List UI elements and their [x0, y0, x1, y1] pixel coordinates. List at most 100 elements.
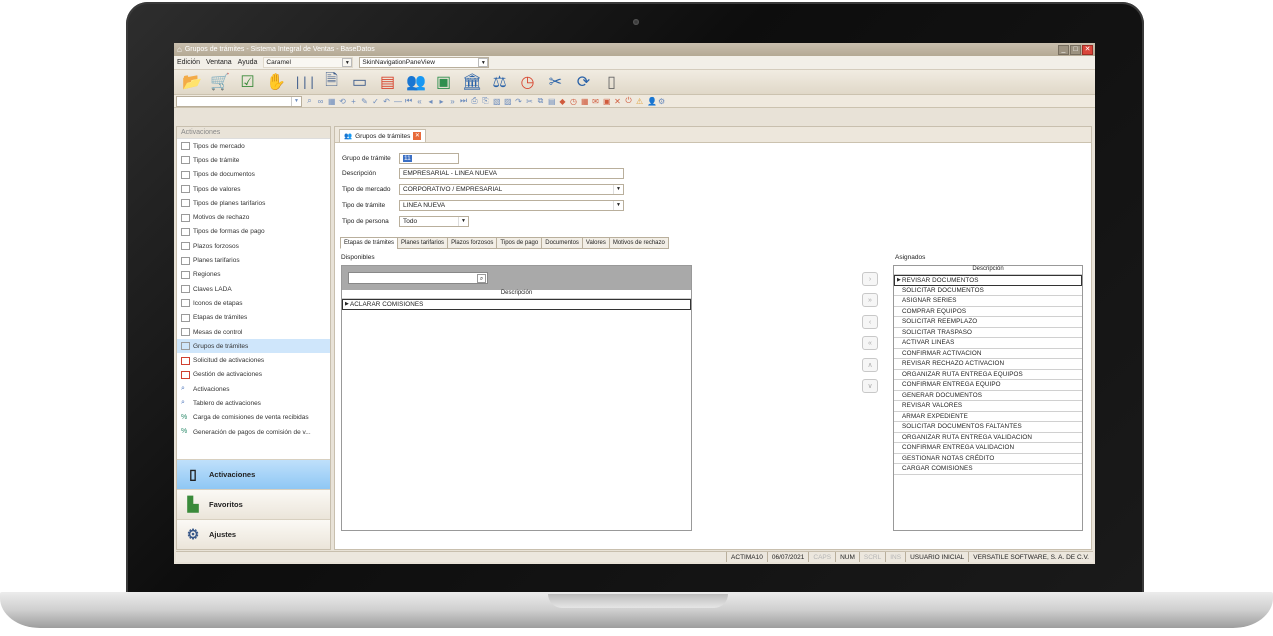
disponibles-search-input[interactable]: ⌕ — [348, 272, 488, 284]
grid-icon[interactable]: ▦ — [328, 97, 336, 106]
report-icon[interactable]: ▤ — [378, 72, 397, 92]
search-icon[interactable]: ⌕ — [477, 274, 486, 283]
sidebar-item[interactable]: Mesas de control — [177, 325, 330, 339]
copy-icon[interactable]: ⧉ — [537, 96, 544, 106]
search-icon[interactable]: ⌕ — [306, 96, 313, 106]
menu-edicion[interactable]: Edición — [177, 59, 200, 66]
hand-icon[interactable]: ✋ — [266, 72, 286, 92]
binoculars-icon[interactable]: ∞ — [317, 97, 324, 106]
tab-grupos-de-tramites[interactable]: 👥 Grupos de trámites ✕ — [339, 129, 427, 142]
filter-icon[interactable]: ▨ — [504, 97, 512, 106]
tab-motivos[interactable]: Motivos de rechazo — [608, 237, 669, 249]
grupo-field[interactable]: 11 — [399, 153, 459, 164]
calendar-icon[interactable]: ▦ — [581, 97, 589, 106]
tab-tipos-pago[interactable]: Tipos de pago — [496, 237, 543, 249]
paste-icon[interactable]: ▤ — [548, 97, 556, 106]
menu-ventana[interactable]: Ventana — [206, 59, 232, 66]
table-row[interactable]: SOLICITAR TRASPASO — [894, 328, 1082, 338]
sidebar-item[interactable]: ⌕ Activaciones — [177, 382, 330, 396]
skin-select[interactable]: Caramel ▼ — [263, 57, 354, 68]
maximize-button[interactable]: □ — [1070, 44, 1081, 55]
move-up-button[interactable]: ∧ — [862, 358, 878, 372]
id-card-icon[interactable]: ▭ — [350, 72, 369, 92]
undo-icon[interactable]: ↶ — [383, 97, 390, 106]
table-row[interactable]: CONFIRMAR ACTIVACION — [894, 349, 1082, 359]
remove-icon[interactable]: — — [394, 97, 402, 106]
sidebar-item[interactable]: Tipos de valores — [177, 182, 330, 196]
barcode-icon[interactable]: ||| — [294, 75, 316, 89]
clock-icon[interactable]: ◷ — [518, 72, 537, 92]
sidebar-item[interactable]: Gestión de activaciones — [177, 368, 330, 382]
table-row[interactable]: CARGAR COMISIONES — [894, 464, 1082, 475]
money-icon[interactable]: ▣ — [434, 72, 453, 92]
descripcion-field[interactable]: EMPRESARIAL - LINEA NUEVA — [399, 168, 624, 179]
mail-icon[interactable]: ✉ — [592, 97, 599, 106]
table-row[interactable]: SOLICITAR DOCUMENTOS — [894, 286, 1082, 296]
table-row[interactable]: COMPRAR EQUIPOS — [894, 307, 1082, 317]
checklist-icon[interactable]: ☑ — [238, 72, 257, 92]
edit-icon[interactable]: ✎ — [361, 97, 368, 106]
tab-documentos[interactable]: Documentos — [541, 237, 583, 249]
table-row[interactable]: ORGANIZAR RUTA ENTREGA VALIDACION — [894, 433, 1082, 443]
next-record-icon[interactable]: ▸ — [438, 97, 445, 106]
alert-icon[interactable]: ⚠ — [636, 97, 643, 106]
close-button[interactable]: ✕ — [1082, 44, 1093, 55]
sidebar-item[interactable]: Tipos de planes tarifarios — [177, 196, 330, 210]
sidebar-item[interactable]: Plazos forzosos — [177, 239, 330, 253]
sidebar-item[interactable]: Solicitud de activaciones — [177, 353, 330, 367]
quick-search-input[interactable]: ▼ — [176, 95, 302, 107]
sidebar-item[interactable]: Iconos de etapas — [177, 296, 330, 310]
redo-icon[interactable]: ↷ — [515, 97, 522, 106]
nav-button-ajustes[interactable]: ⚙ Ajustes — [177, 519, 330, 549]
prev-record-icon[interactable]: ◂ — [427, 97, 434, 106]
table-row[interactable]: GENERAR DOCUMENTOS — [894, 391, 1082, 401]
sidebar-item[interactable]: Planes tarifarios — [177, 253, 330, 267]
sidebar-item[interactable]: % Generación de pagos de comisión de v... — [177, 425, 330, 439]
export-icon[interactable]: ▧ — [493, 97, 501, 106]
sidebar-item[interactable]: Regiones — [177, 268, 330, 282]
close-tab-icon[interactable]: ✕ — [413, 132, 422, 140]
user-settings-icon[interactable]: ⚙ — [658, 97, 665, 106]
table-row[interactable]: ORGANIZAR RUTA ENTREGA EQUIPOS — [894, 370, 1082, 380]
user-icon[interactable]: 👤 — [647, 97, 657, 106]
folder-icon[interactable]: 📂 — [182, 72, 202, 92]
tools-icon[interactable]: ✂ — [546, 72, 565, 92]
nav-button-favoritos[interactable]: ▙ Favoritos — [177, 489, 330, 519]
eraser-icon[interactable]: ◆ — [559, 97, 566, 106]
table-row[interactable]: GESTIONAR NOTAS CRÉDITO — [894, 454, 1082, 464]
tab-etapas[interactable]: Etapas de trámites — [340, 237, 399, 249]
move-down-button[interactable]: ∨ — [862, 379, 878, 393]
sidebar-item[interactable]: Tipos de documentos — [177, 168, 330, 182]
power-icon[interactable]: ⏻ — [625, 96, 632, 106]
table-row[interactable]: ACLARAR COMISIONES — [342, 299, 691, 310]
move-all-left-button[interactable]: « — [862, 336, 878, 350]
mercado-select[interactable]: CORPORATIVO / EMPRESARIAL ▼ — [399, 184, 624, 195]
table-row[interactable]: REVISAR DOCUMENTOS — [894, 275, 1082, 286]
sidebar-item[interactable]: Grupos de trámites — [177, 339, 330, 354]
tramite-select[interactable]: LINEA NUEVA ▼ — [399, 200, 624, 211]
minimize-button[interactable]: _ — [1058, 44, 1069, 55]
nav-button-activaciones[interactable]: ▯ Activaciones — [177, 459, 330, 489]
table-row[interactable]: REVISAR RECHAZO ACTIVACION — [894, 359, 1082, 370]
table-row[interactable]: SOLICITAR DOCUMENTOS FALTANTES — [894, 422, 1082, 433]
table-row[interactable]: SOLICITAR REEMPLAZO — [894, 317, 1082, 328]
add-icon[interactable]: + — [350, 97, 357, 106]
move-all-right-button[interactable]: » — [862, 293, 878, 307]
menu-ayuda[interactable]: Ayuda — [238, 59, 258, 66]
table-row[interactable]: ASIGNAR SERIES — [894, 296, 1082, 307]
print-icon[interactable]: ⎙ — [471, 96, 478, 106]
nav-view-select[interactable]: SkinNavigationPaneView ▼ — [359, 57, 490, 68]
move-right-button[interactable]: › — [862, 272, 878, 286]
tab-planes[interactable]: Planes tarifarios — [397, 237, 449, 249]
sidebar-item[interactable]: Etapas de trámites — [177, 311, 330, 325]
sidebar-item[interactable]: Tipos de trámite — [177, 153, 330, 167]
sidebar-item[interactable]: Claves LADA — [177, 282, 330, 296]
refresh-icon[interactable]: ⟳ — [574, 72, 593, 92]
bank-icon[interactable]: 🏛 — [462, 72, 482, 92]
sidebar-item[interactable]: Tipos de mercado — [177, 139, 330, 153]
move-left-button[interactable]: ‹ — [862, 315, 878, 329]
tab-valores[interactable]: Valores — [581, 237, 610, 249]
tab-plazos[interactable]: Plazos forzosos — [447, 237, 498, 249]
history-icon[interactable]: ◷ — [570, 97, 577, 106]
mobile-icon[interactable]: ▯ — [602, 72, 621, 92]
